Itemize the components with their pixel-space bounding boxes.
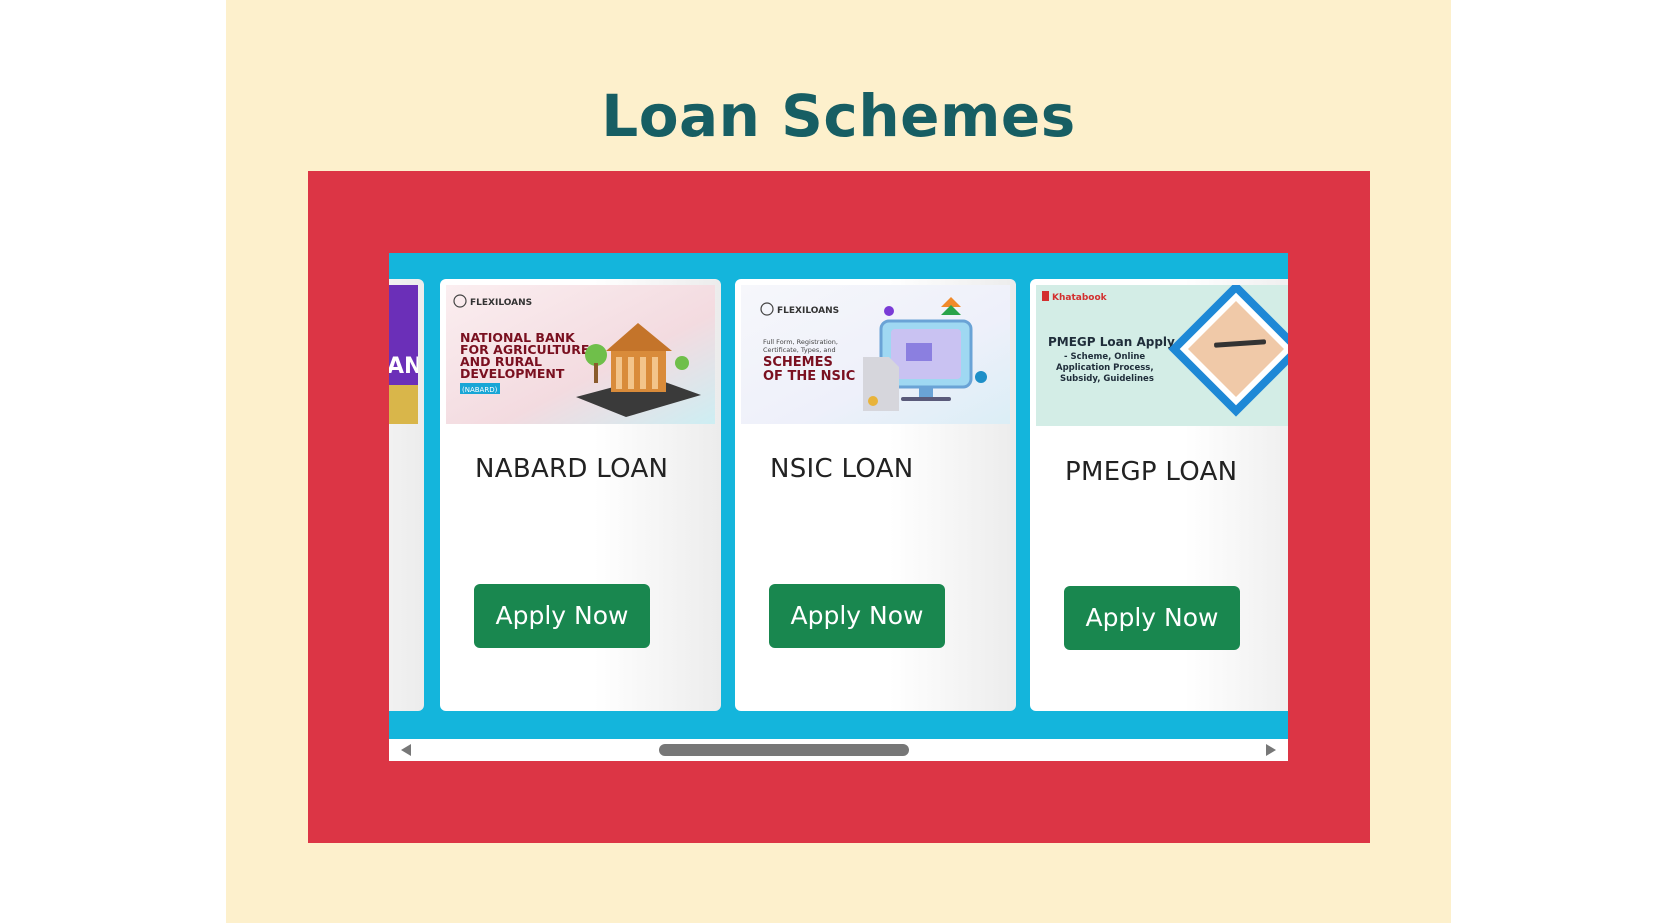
page-title: Loan Schemes	[601, 82, 1076, 150]
horizontal-scrollbar[interactable]	[389, 739, 1288, 761]
scroll-right-arrow-icon[interactable]	[1266, 744, 1276, 756]
card-title: PMEGP LOAN	[1065, 457, 1238, 487]
pmegp-banner-image: Khatabook PMEGP Loan Apply - Scheme, Onl…	[1036, 285, 1288, 426]
svg-text:FLEXILOANS: FLEXILOANS	[470, 298, 532, 308]
svg-text:Subsidy, Guidelines: Subsidy, Guidelines	[1060, 374, 1154, 384]
scroll-left-arrow-icon[interactable]	[401, 744, 411, 756]
svg-text:Application Process,: Application Process,	[1056, 363, 1154, 373]
loan-card-pmegp[interactable]: Khatabook PMEGP Loan Apply - Scheme, Onl…	[1030, 279, 1288, 711]
apply-now-button-nabard[interactable]: Apply Now	[474, 584, 650, 648]
svg-text:Khatabook: Khatabook	[1052, 293, 1108, 303]
svg-text:Certificate, Types, and: Certificate, Types, and	[763, 346, 836, 354]
svg-text:Full Form, Registration,: Full Form, Registration,	[763, 338, 838, 346]
svg-text:FLEXILOANS: FLEXILOANS	[777, 306, 839, 316]
svg-text:SCHEMES: SCHEMES	[763, 355, 833, 370]
svg-text:PMEGP Loan Apply: PMEGP Loan Apply	[1048, 335, 1175, 349]
svg-text:(NABARD): (NABARD)	[462, 386, 498, 394]
loan-card-partial-image: AN	[389, 285, 418, 424]
nabard-banner-image: FLEXILOANS NATIONAL BANK FOR AGRICULTURE…	[446, 285, 715, 424]
apply-now-button-nsic[interactable]: Apply Now	[769, 584, 945, 648]
svg-text:OF THE NSIC: OF THE NSIC	[763, 369, 855, 384]
loan-card-nsic[interactable]: FLEXILOANS Full Form, Registration, Cert…	[735, 279, 1016, 711]
card-title: NSIC LOAN	[770, 454, 914, 484]
nsic-banner-image: FLEXILOANS Full Form, Registration, Cert…	[741, 285, 1010, 424]
svg-text:- Scheme, Online: - Scheme, Online	[1064, 352, 1145, 362]
loan-card-nabard[interactable]: FLEXILOANS NATIONAL BANK FOR AGRICULTURE…	[440, 279, 721, 711]
loan-carousel[interactable]: AN FLEXILOANS NATIONAL BANK FOR AGRICULT…	[389, 253, 1288, 761]
loan-card-partial[interactable]: AN	[389, 279, 424, 711]
svg-text:AN: AN	[389, 354, 418, 379]
scrollbar-thumb[interactable]	[659, 744, 909, 756]
svg-text:DEVELOPMENT: DEVELOPMENT	[460, 366, 565, 381]
card-title: NABARD LOAN	[475, 454, 669, 484]
apply-now-button-pmegp[interactable]: Apply Now	[1064, 586, 1240, 650]
